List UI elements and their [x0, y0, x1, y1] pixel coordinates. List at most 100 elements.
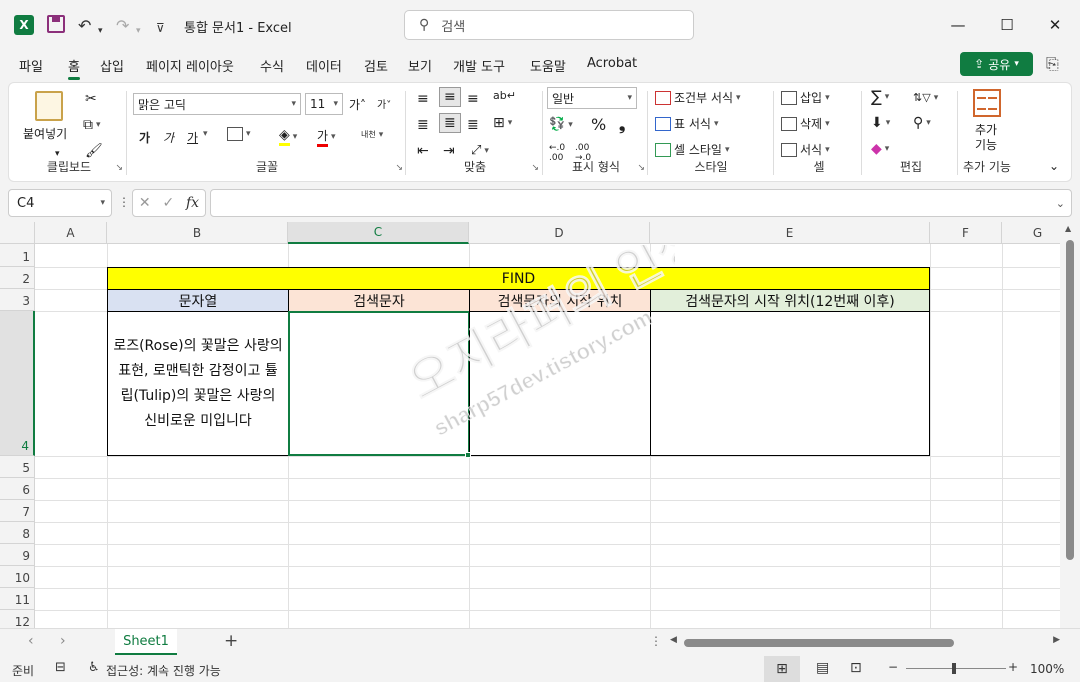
- format-as-table-button[interactable]: 표 서식 ▾: [655, 115, 718, 132]
- row-header-8[interactable]: 8: [0, 522, 35, 544]
- cell-b2-find-header[interactable]: FIND: [107, 267, 930, 290]
- zoom-in-button[interactable]: +: [1008, 660, 1018, 674]
- expand-formula-icon[interactable]: ⌄: [1056, 197, 1065, 210]
- find-select-icon[interactable]: ⚲ ▾: [913, 115, 931, 131]
- close-button[interactable]: ✕: [1035, 12, 1075, 38]
- normal-view-icon[interactable]: ⊞: [764, 656, 800, 682]
- cell-c3[interactable]: 검색문자: [288, 289, 470, 312]
- cell-b3[interactable]: 문자열: [107, 289, 289, 312]
- row-header-9[interactable]: 9: [0, 544, 35, 566]
- save-icon[interactable]: [47, 15, 65, 33]
- increase-font-size-icon[interactable]: 가˄: [349, 96, 366, 113]
- cell-b4[interactable]: 로즈(Rose)의 꽃말은 사랑의 표현, 로맨틱한 감정이고 튤립(Tulip…: [107, 311, 289, 456]
- scroll-left-icon[interactable]: ◀: [670, 635, 677, 645]
- format-cells-button[interactable]: 서식 ▾: [781, 141, 830, 158]
- zoom-out-button[interactable]: −: [888, 660, 898, 674]
- horizontal-scrollbar[interactable]: ◀ ▶: [670, 635, 1060, 649]
- minimize-button[interactable]: —: [938, 12, 978, 38]
- column-header-g[interactable]: G: [1002, 222, 1060, 244]
- fill-handle[interactable]: [465, 452, 471, 458]
- paste-button[interactable]: 붙여넣기: [23, 125, 67, 142]
- zoom-slider[interactable]: [906, 668, 1006, 669]
- font-launcher-icon[interactable]: ↘: [395, 163, 403, 173]
- borders-icon[interactable]: ▾: [227, 127, 251, 141]
- vertical-scroll-thumb[interactable]: [1066, 240, 1074, 560]
- decrease-font-size-icon[interactable]: 가˅: [377, 96, 391, 111]
- undo-dropdown-icon[interactable]: ▾: [98, 20, 103, 42]
- row-header-2[interactable]: 2: [0, 267, 35, 289]
- column-header-b[interactable]: B: [107, 222, 288, 244]
- fill-color-icon[interactable]: ◈ ▾: [279, 127, 297, 146]
- font-color-icon[interactable]: 가 ▾: [317, 127, 336, 147]
- tab-view[interactable]: 보기: [408, 56, 432, 75]
- comma-style-button[interactable]: ❟: [619, 115, 625, 135]
- row-header-10[interactable]: 10: [0, 566, 35, 588]
- delete-cells-button[interactable]: 삭제 ▾: [781, 115, 830, 132]
- page-layout-view-icon[interactable]: ▤: [816, 660, 829, 676]
- share-button[interactable]: ⇪ 공유 ▾: [960, 52, 1033, 76]
- align-bottom-icon[interactable]: ≡: [467, 91, 479, 107]
- sort-filter-icon[interactable]: ⇅▽ ▾: [913, 91, 938, 104]
- tab-help[interactable]: 도움말: [530, 56, 566, 75]
- paste-icon[interactable]: [35, 91, 63, 121]
- tab-file[interactable]: 파일: [19, 56, 43, 75]
- split-handle-icon[interactable]: ⋮: [650, 634, 662, 648]
- zoom-level[interactable]: 100%: [1030, 662, 1064, 676]
- scroll-right-icon[interactable]: ▶: [1053, 635, 1060, 645]
- row-header-6[interactable]: 6: [0, 478, 35, 500]
- increase-indent-icon[interactable]: ⇥: [443, 143, 455, 159]
- more-options-icon[interactable]: ⋮: [118, 195, 130, 209]
- underline-button[interactable]: 가: [187, 129, 198, 146]
- accessibility-status[interactable]: 접근성: 계속 진행 가능: [106, 662, 221, 679]
- font-name-select[interactable]: 맑은 고딕 ▾: [133, 93, 301, 115]
- fill-icon[interactable]: ⬇ ▾: [871, 115, 890, 131]
- scroll-up-icon[interactable]: ▲: [1065, 224, 1071, 233]
- clipboard-launcher-icon[interactable]: ↘: [115, 163, 123, 173]
- tab-insert[interactable]: 삽입: [100, 56, 124, 75]
- align-middle-icon[interactable]: ≡: [439, 87, 461, 107]
- undo-icon[interactable]: ↶: [78, 14, 91, 36]
- enter-icon[interactable]: ✓: [162, 195, 174, 211]
- row-header-1[interactable]: 1: [0, 244, 35, 267]
- zoom-slider-thumb[interactable]: [952, 663, 956, 674]
- align-right-icon[interactable]: ≣: [467, 117, 479, 133]
- search-box[interactable]: ⚲ 검색: [404, 10, 694, 40]
- maximize-button[interactable]: ☐: [987, 12, 1027, 38]
- name-box[interactable]: C4 ▾: [8, 189, 112, 217]
- insert-function-button[interactable]: fx: [186, 195, 199, 211]
- autosum-icon[interactable]: ∑ ▾: [871, 87, 889, 106]
- comments-icon[interactable]: ⎘: [1046, 54, 1059, 74]
- number-launcher-icon[interactable]: ↘: [637, 163, 645, 173]
- redo-icon[interactable]: ↷: [116, 14, 129, 36]
- add-ins-button[interactable]: 추가 기능: [975, 123, 997, 153]
- tab-page-layout[interactable]: 페이지 레이아웃: [146, 56, 234, 75]
- conditional-formatting-button[interactable]: 조건부 서식 ▾: [655, 89, 741, 106]
- accessibility-icon[interactable]: ♿: [88, 660, 100, 675]
- spreadsheet-grid[interactable]: A B C D E F G 1 2 3 4 5 6 7 8 9 10 11 12…: [0, 222, 1060, 628]
- next-sheet-icon[interactable]: ›: [60, 633, 66, 649]
- horizontal-scroll-thumb[interactable]: [684, 639, 954, 647]
- insert-cells-button[interactable]: 삽입 ▾: [781, 89, 830, 106]
- accounting-format-icon[interactable]: 💱 ▾: [549, 117, 573, 132]
- underline-dropdown-icon[interactable]: ▾: [203, 129, 208, 139]
- align-left-icon[interactable]: ≣: [417, 117, 429, 133]
- new-sheet-button[interactable]: +: [224, 631, 238, 651]
- select-all-button[interactable]: [0, 222, 35, 244]
- cancel-icon[interactable]: ✕: [139, 195, 151, 211]
- percent-style-button[interactable]: %: [591, 115, 606, 134]
- row-header-3[interactable]: 3: [0, 289, 35, 311]
- number-format-select[interactable]: 일반 ▾: [547, 87, 637, 109]
- tab-developer[interactable]: 개발 도구: [453, 56, 505, 75]
- row-header-12[interactable]: 12: [0, 610, 35, 628]
- cell-e4[interactable]: [650, 311, 930, 456]
- add-ins-icon[interactable]: [973, 89, 1001, 117]
- format-painter-icon[interactable]: 🖌: [85, 143, 103, 159]
- customize-quick-access-icon[interactable]: ⊽: [156, 17, 165, 39]
- cell-d3[interactable]: 검색문자의 시작 위치: [469, 289, 651, 312]
- tab-acrobat[interactable]: Acrobat: [587, 56, 637, 71]
- vertical-scrollbar[interactable]: ▲: [1060, 222, 1080, 628]
- font-size-select[interactable]: 11 ▾: [305, 93, 343, 115]
- redo-dropdown-icon[interactable]: ▾: [136, 20, 141, 42]
- cell-e3[interactable]: 검색문자의 시작 위치(12번째 이후): [650, 289, 930, 312]
- tab-data[interactable]: 데이터: [306, 56, 342, 75]
